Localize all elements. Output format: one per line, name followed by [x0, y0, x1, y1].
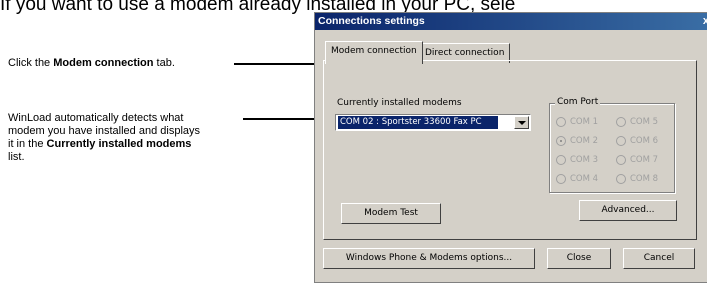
radio-icon — [556, 154, 566, 165]
radio-label: COM 8 — [630, 174, 659, 184]
radio-com8[interactable]: COM 8 — [616, 173, 658, 185]
close-icon[interactable]: x — [703, 13, 707, 30]
radio-icon — [556, 173, 566, 184]
windows-phone-modems-button[interactable]: Windows Phone & Modems options... — [323, 248, 535, 269]
modem-test-button[interactable]: Modem Test — [341, 203, 441, 224]
radio-label: COM 4 — [570, 174, 599, 184]
radio-com2[interactable]: COM 2 — [556, 135, 598, 147]
chevron-down-icon[interactable] — [514, 116, 529, 129]
annotation-tab: Click the Modem connection tab. — [8, 57, 175, 70]
radio-com5[interactable]: COM 5 — [616, 116, 658, 128]
radio-label: COM 6 — [630, 136, 659, 146]
annotation-text: Click the — [8, 57, 54, 69]
annotation-bold: Currently installed modems — [46, 138, 192, 150]
arrow-to-tab — [234, 59, 325, 69]
modems-label: Currently installed modems — [337, 98, 462, 108]
radio-icon — [616, 173, 626, 184]
com-port-group: Com Port COM 1 COM 2 COM 3 COM 4 COM 5 C… — [549, 97, 675, 193]
radio-label: COM 2 — [570, 136, 599, 146]
radio-com3[interactable]: COM 3 — [556, 154, 598, 166]
radio-icon — [616, 116, 626, 127]
annotation-line: WinLoad automatically detects what — [8, 112, 184, 124]
annotation-bold: Modem connection — [53, 57, 154, 69]
dialog-titlebar: Connections settings x — [315, 13, 707, 30]
annotation-line: list. — [8, 151, 25, 163]
radio-label: COM 3 — [570, 155, 599, 165]
dialog-title: Connections settings — [318, 15, 425, 27]
com-port-label: Com Port — [555, 97, 601, 107]
cancel-button[interactable]: Cancel — [623, 248, 695, 269]
advanced-button[interactable]: Advanced... — [579, 200, 677, 221]
radio-icon — [616, 135, 626, 146]
tab-modem-connection[interactable]: Modem connection — [325, 41, 423, 64]
radio-label: COM 7 — [630, 155, 659, 165]
close-button[interactable]: Close — [547, 248, 611, 269]
radio-com1[interactable]: COM 1 — [556, 116, 598, 128]
annotation-modems: WinLoad automatically detects what modem… — [8, 112, 268, 164]
radio-com6[interactable]: COM 6 — [616, 135, 658, 147]
radio-com7[interactable]: COM 7 — [616, 154, 658, 166]
arrow-to-modem-list — [243, 114, 330, 124]
radio-com4[interactable]: COM 4 — [556, 173, 598, 185]
radio-label: COM 1 — [570, 117, 599, 127]
annotation-text: it in the — [8, 138, 47, 150]
radio-icon — [616, 154, 626, 165]
radio-icon — [556, 116, 566, 127]
modem-select[interactable]: COM 02 : Sportster 33600 Fax PC — [335, 114, 531, 131]
annotation-line: modem you have installed and displays — [8, 125, 201, 137]
radio-label: COM 5 — [630, 117, 659, 127]
connections-settings-dialog: Connections settings x Modem connection … — [314, 12, 707, 283]
annotation-text: tab. — [153, 57, 175, 69]
selected-modem: COM 02 : Sportster 33600 Fax PC — [338, 116, 498, 129]
radio-selected-icon — [556, 135, 566, 146]
